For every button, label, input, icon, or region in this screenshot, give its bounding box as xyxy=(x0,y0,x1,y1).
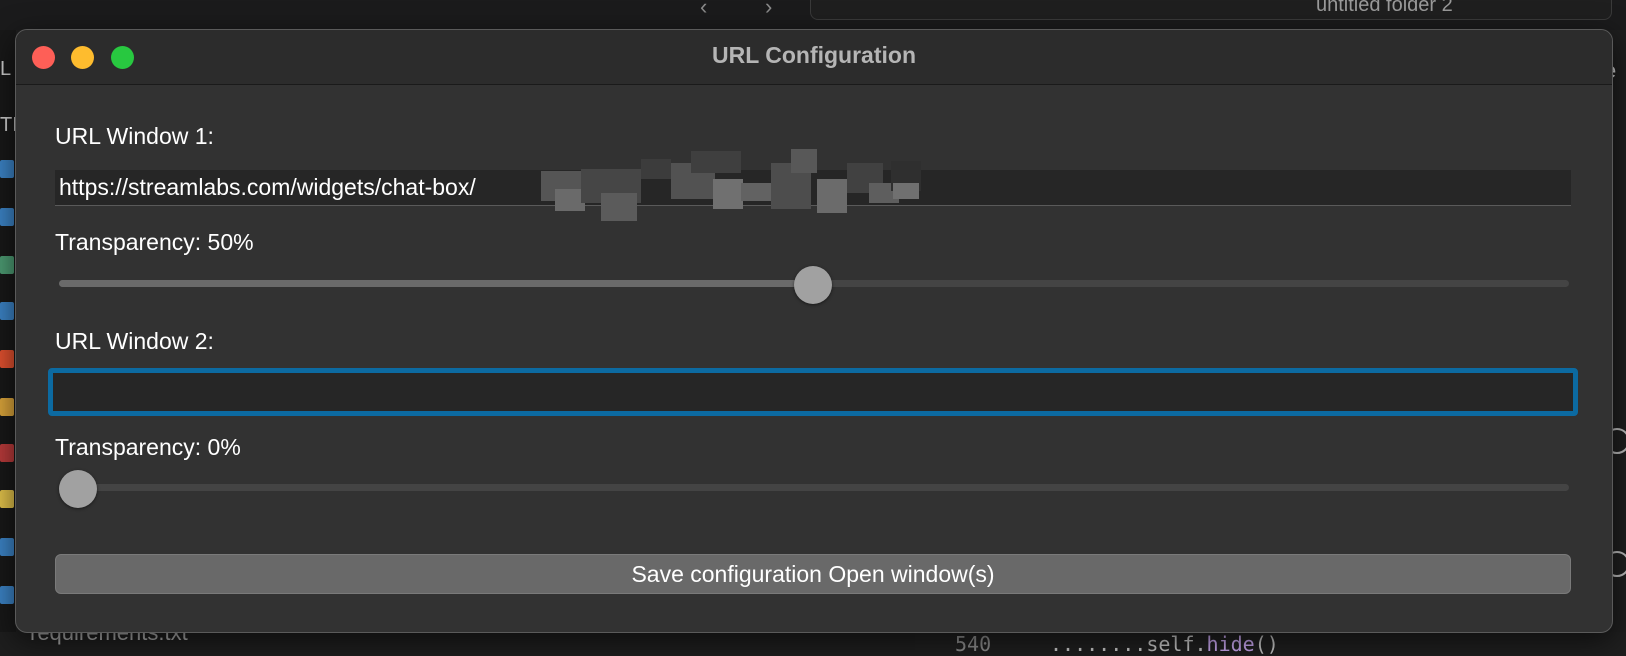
code-prefix: ........self. xyxy=(1050,632,1207,656)
editor-code-line: ........self.hide() xyxy=(1050,632,1279,656)
background-path-bar[interactable] xyxy=(810,0,1612,20)
transparency-1-slider[interactable] xyxy=(59,266,1569,304)
slider-fill xyxy=(59,280,813,287)
url-window-2-input[interactable] xyxy=(48,368,1578,416)
file-icon[interactable] xyxy=(0,586,14,604)
forward-arrow-icon[interactable]: › xyxy=(765,0,772,20)
git-icon[interactable] xyxy=(0,350,14,368)
image-icon[interactable] xyxy=(0,444,14,462)
code-suffix: () xyxy=(1254,632,1279,656)
folder-icon[interactable] xyxy=(0,208,14,226)
window-title: URL Configuration xyxy=(712,42,916,68)
back-arrow-icon[interactable]: ‹ xyxy=(700,0,707,20)
url-window-1-input[interactable] xyxy=(55,170,1571,206)
python-icon[interactable] xyxy=(0,490,14,508)
background-folder-name: untitled folder 2 xyxy=(1316,0,1453,16)
gear-icon[interactable] xyxy=(0,256,14,274)
url-window-2-label: URL Window 2: xyxy=(55,328,214,354)
url-configuration-window: URL Configuration URL Window 1: Transpar… xyxy=(15,29,1613,633)
background-toolbar: ‹ › untitled folder 2 xyxy=(0,0,1626,30)
sidebar-edge-text: L xyxy=(0,58,12,80)
url-window-1-label: URL Window 1: xyxy=(55,123,214,149)
window-titlebar[interactable]: URL Configuration xyxy=(16,30,1612,85)
folder-icon[interactable] xyxy=(0,160,14,178)
editor-line-number: 540 xyxy=(955,632,992,656)
transparency-1-label: Transparency: 50% xyxy=(55,229,254,255)
background-sidebar: L TI xyxy=(0,30,18,650)
file-icon[interactable] xyxy=(0,538,14,556)
json-icon[interactable] xyxy=(0,398,14,416)
slider-thumb[interactable] xyxy=(794,266,832,304)
slider-thumb[interactable] xyxy=(59,470,97,508)
slider-track[interactable] xyxy=(59,484,1569,491)
folder-icon[interactable] xyxy=(0,302,14,320)
transparency-2-label: Transparency: 0% xyxy=(55,434,241,460)
code-function: hide xyxy=(1206,632,1255,656)
save-and-open-button[interactable]: Save configuration Open window(s) xyxy=(55,554,1571,594)
transparency-2-slider[interactable] xyxy=(59,470,1569,508)
